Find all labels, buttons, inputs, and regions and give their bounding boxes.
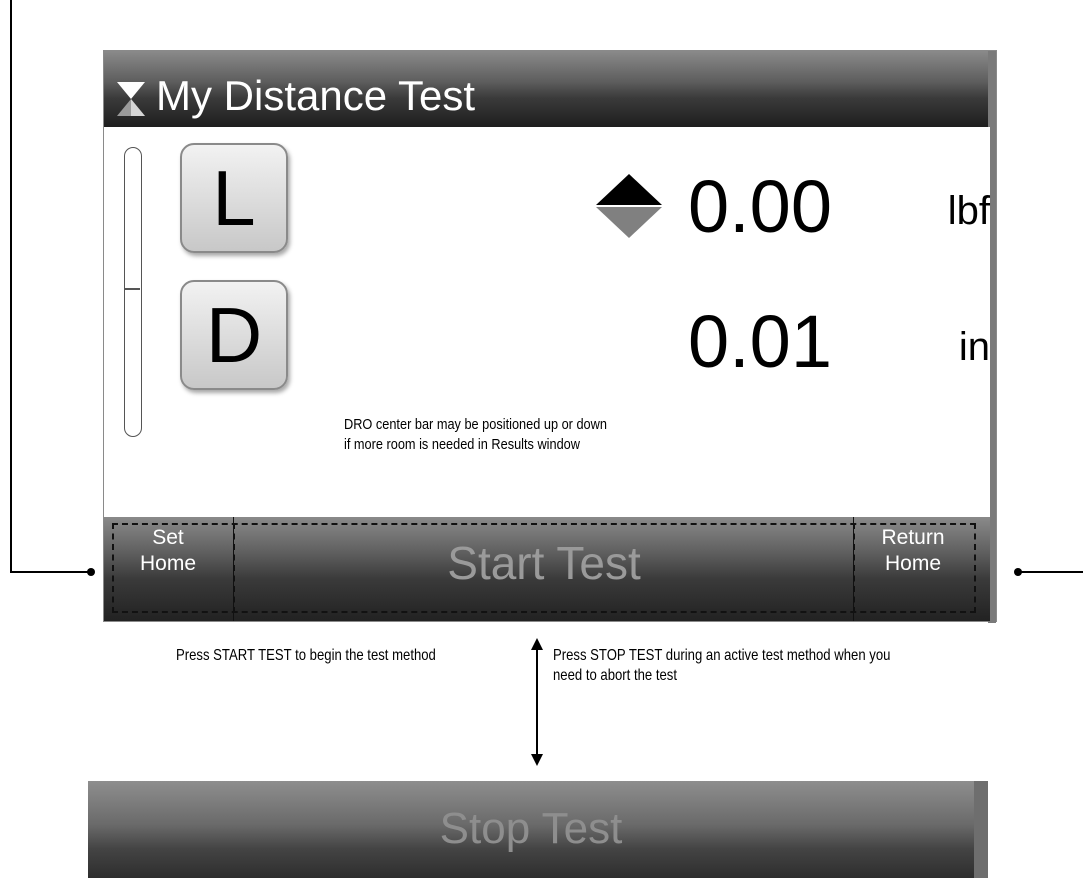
distance-button[interactable]: D [180,280,288,390]
right-leader-line [1018,571,1083,573]
dashed-divider [853,523,855,613]
start-caption: Press START TEST to begin the test metho… [176,647,436,664]
button-outline [112,523,976,613]
double-arrow [531,638,543,766]
dro-note-line: DRO center bar may be positioned up or d… [344,416,607,433]
left-leader-line-horizontal [10,571,92,573]
dashed-divider [233,523,235,613]
bottom-toolbar: Set Home Start Test Return Home [104,517,990,621]
distance-unit: in [958,325,990,369]
stop-test-bar: Stop Test [88,781,988,878]
device-screen: My Distance Test L D 0.00 lbf 0.01 in DR… [103,50,997,623]
stop-test-button[interactable]: Stop Test [88,803,974,855]
main-content: L D 0.00 lbf 0.01 in DRO center bar may … [104,127,990,517]
slider-center-mark [125,288,140,290]
left-leader-line [10,0,12,572]
title-bar: My Distance Test [104,51,990,127]
load-readout: 0.00 [687,165,832,248]
load-button[interactable]: L [180,143,288,253]
distance-readout: 0.01 [687,300,832,383]
stop-caption-line2: need to abort the test [553,667,677,684]
stop-caption-line1: Press STOP TEST during an active test me… [553,647,891,664]
load-unit: lbf [947,189,990,233]
up-down-arrow-icon [596,174,662,238]
hourglass-icon [117,82,145,116]
dro-slider[interactable] [124,147,142,437]
dro-note-line: if more room is needed in Results window [344,436,580,453]
left-leader-dot [87,568,95,576]
page-title: My Distance Test [156,72,475,119]
stop-bar-edge [974,781,988,878]
